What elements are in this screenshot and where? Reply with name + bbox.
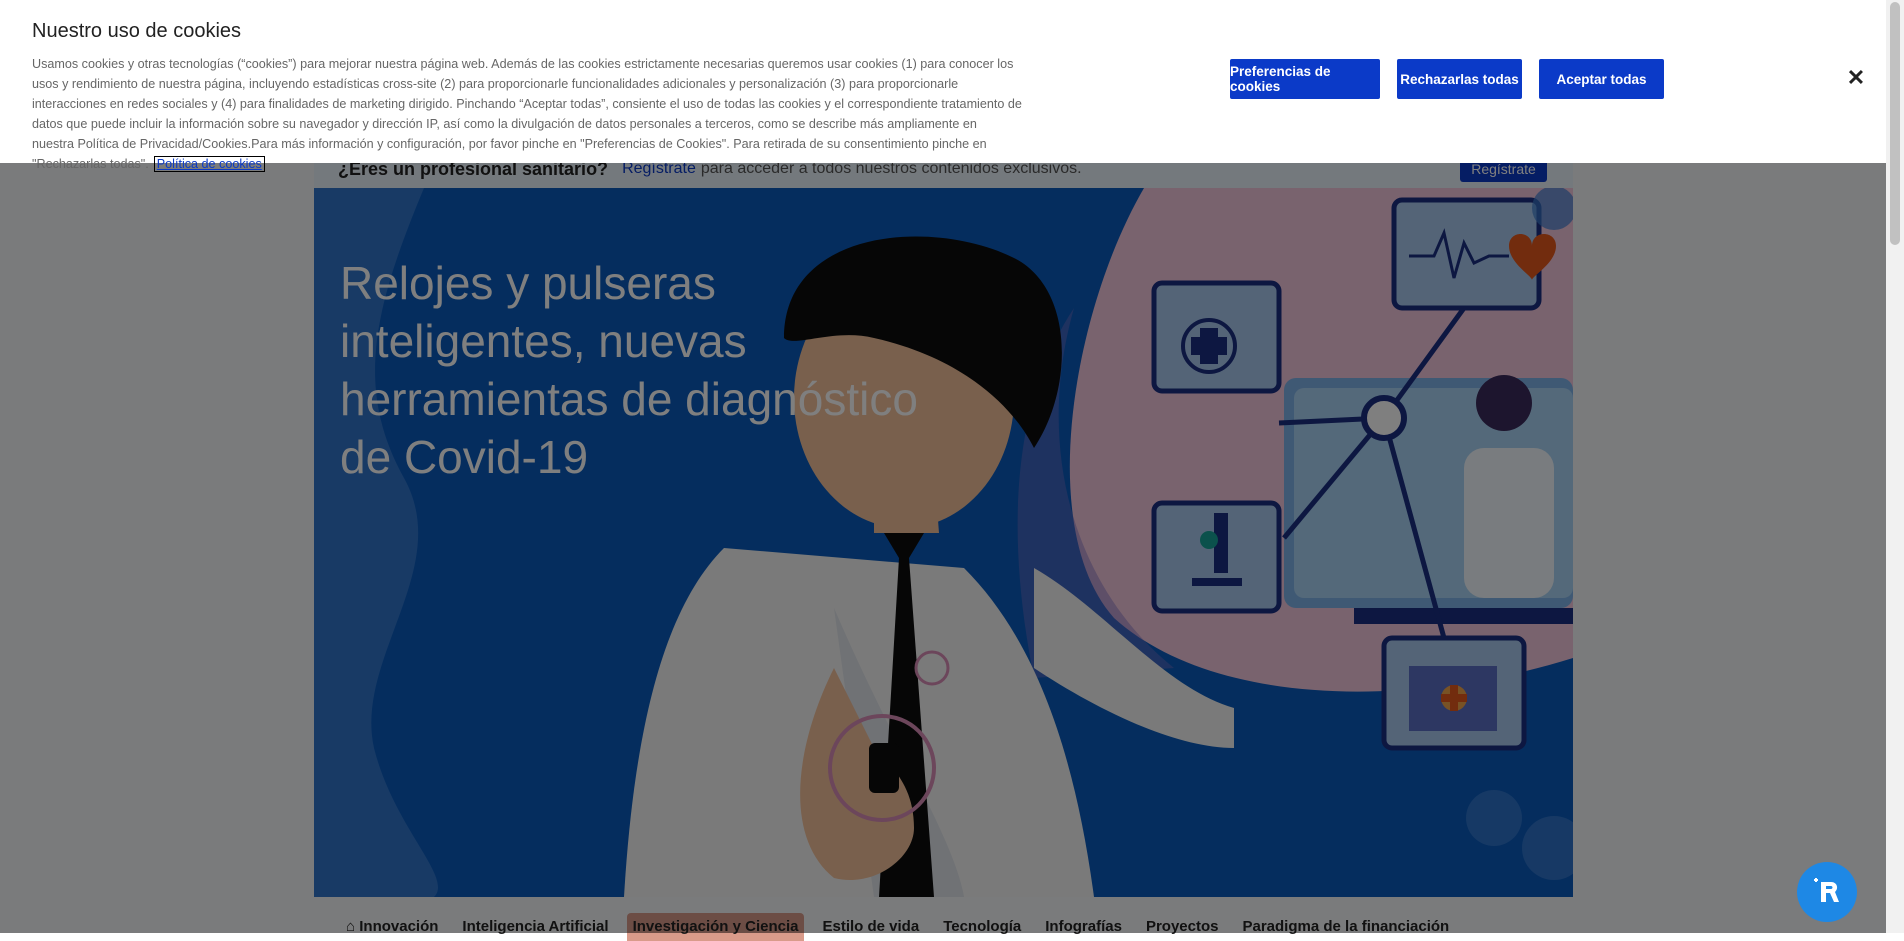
cookie-preferences-button[interactable]: Preferencias de cookies (1230, 59, 1380, 99)
reject-all-button[interactable]: Rechazarlas todas (1397, 59, 1522, 99)
vertical-scrollbar[interactable] (1886, 0, 1904, 933)
accessibility-button[interactable] (1797, 862, 1857, 922)
cookie-banner: Nuestro uso de cookies Usamos cookies y … (0, 0, 1886, 172)
accessibility-icon (1814, 878, 1839, 902)
close-icon[interactable]: ✕ (1844, 65, 1868, 90)
cookie-description: Usamos cookies y otras tecnologías (“coo… (32, 57, 1022, 171)
scrollbar-thumb[interactable] (1890, 2, 1900, 245)
cookie-policy-link[interactable]: Política de cookies (153, 156, 265, 172)
accept-all-button[interactable]: Aceptar todas (1539, 59, 1664, 99)
cookie-banner-title: Nuestro uso de cookies (32, 20, 242, 42)
cookie-banner-text: Usamos cookies y otras tecnologías (“coo… (32, 54, 1022, 174)
